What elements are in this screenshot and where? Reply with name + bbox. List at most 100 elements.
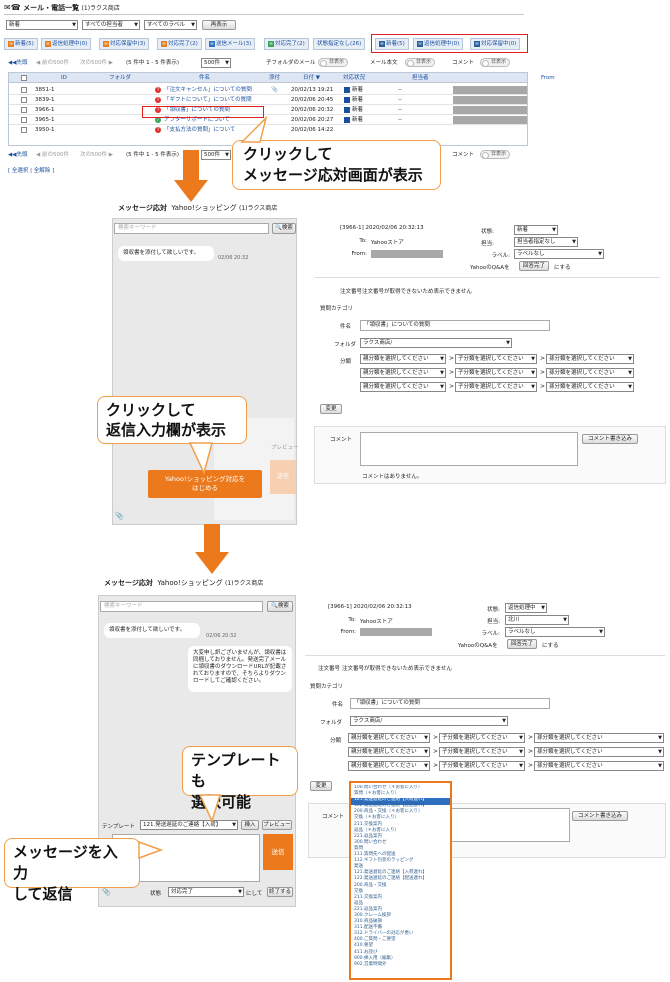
select-all-links[interactable]: [ 全選択 | 全解除 ] [8,166,54,174]
major-select[interactable]: 親分類を選択してください ▼ [348,747,430,757]
minor-select[interactable]: 子分類を選択してください ▼ [455,354,537,364]
comment-write-button[interactable]: コメント書き込み [572,811,628,821]
minor-select[interactable]: 子分類を選択してください ▼ [439,747,525,757]
search-button[interactable]: 🔍検索 [267,601,293,612]
grand-select[interactable]: 孫分類を選択してください ▼ [534,747,664,757]
checkbox[interactable] [21,107,27,113]
grand-select[interactable]: 孫分類を選択してください ▼ [534,761,664,771]
checkbox[interactable] [21,97,27,103]
preview-button[interactable]: プレビュー [271,443,299,451]
callout-pointer [138,840,163,860]
tab-done[interactable]: ✉ 対応完了(2) [157,38,202,50]
insert-button[interactable]: 挿入 [241,820,259,830]
label-select[interactable]: ラベルなし ▼ [505,627,605,637]
major-select[interactable]: 親分類を選択してください ▼ [360,368,446,378]
row-subject[interactable]: 「ギフトについて」についての質問 [164,95,252,104]
label-select[interactable]: すべてのラベル ▼ [144,20,197,30]
finish-button[interactable]: 終了する [267,887,293,897]
row-subject[interactable]: 「支払方法の質問」について [164,125,244,135]
preview-button[interactable]: プレビュー [262,820,292,830]
checkbox[interactable] [21,117,27,123]
status-select[interactable]: 新着 ▼ [514,225,558,235]
grand-select[interactable]: 孫分類を選択してください ▼ [534,733,664,743]
checkbox[interactable] [21,87,27,93]
major-select[interactable]: 親分類を選択してください ▼ [360,354,446,364]
subject-input[interactable]: 「領収書」についての質問 [350,698,550,709]
qa-complete-button[interactable]: 回答完了 [519,261,549,271]
status-select[interactable]: 対応完了 ▼ [168,887,244,897]
pager-first-link[interactable]: ◀◀先頭 [8,150,27,160]
send-button[interactable]: 送信 [263,834,293,870]
tab-unspecified[interactable]: 状態指定なし(26) [313,38,366,50]
table-row[interactable]: 3851-1 ? 「注文キャンセル」についての質問 📎 20/02/13 19:… [9,85,527,95]
col-attach[interactable]: 添付 [269,73,280,82]
status-select[interactable]: 返信処理中 ▼ [505,603,547,613]
chevron-down-icon: ▼ [519,749,523,755]
mail-list-header: ✉☎ メール・電話一覧 (1)ラクス商店 [4,3,120,13]
pager-next-link[interactable]: 次の500件 ▶ [80,58,113,68]
assignee-select[interactable]: 北川 ▼ [505,615,569,625]
minor-select[interactable]: 子分類を選択してください ▼ [439,733,525,743]
assignee-select[interactable]: 担当者指定なし ▼ [514,237,578,247]
pager-next-link[interactable]: 次の500件 ▶ [80,150,113,160]
col-date[interactable]: 日付 ▼ [303,73,320,82]
grand-select[interactable]: 孫分類を選択してください ▼ [546,368,634,378]
tab-new[interactable]: ✉ 新着(5) [4,38,38,50]
search-input[interactable]: 検索キーワード [114,223,269,234]
tab-sent[interactable]: ✉ 送信メール(3) [205,38,256,50]
comment-toggle[interactable]: 非表示 [480,150,511,159]
folder-select[interactable]: ラクス商店/▼ [360,338,512,348]
subject-input[interactable]: 「領収書」についての質問 [360,320,550,331]
label-select[interactable]: ラベルなし ▼ [514,249,604,259]
qa-complete-button[interactable]: 回答完了 [507,639,537,649]
category-select[interactable]: 新着 ▼ [6,20,78,30]
change-button[interactable]: 変更 [310,781,332,791]
folder-select[interactable]: ラクス商店/▼ [350,716,508,726]
col-id[interactable]: ID [61,73,67,82]
major-select[interactable]: 親分類を選択してください ▼ [348,733,430,743]
tab-done-2[interactable]: ✉ 対応完了(2) [264,38,309,50]
tab-replying-2[interactable]: ✉ 返信処理中(0) [413,38,464,50]
checkbox[interactable] [21,127,27,133]
status-label: 状態: [487,607,500,613]
table-row[interactable]: 3839-1 ? 「ギフトについて」についての質問 20/02/06 20:45… [9,95,527,105]
redisplay-button[interactable]: 再表示 [202,20,236,30]
col-status[interactable]: 対応状況 [343,73,365,82]
minor-select[interactable]: 子分類を選択してください ▼ [455,382,537,392]
grand-select[interactable]: 孫分類を選択してください ▼ [546,382,634,392]
comment-toggle[interactable]: 非表示 [480,58,511,67]
subfolder-toggle[interactable]: 非表示 [318,58,349,67]
col-folder[interactable]: フォルダ [109,73,131,82]
major-select[interactable]: 親分類を選択してください ▼ [348,761,430,771]
tab-pending-2[interactable]: ✉ 対応保留中(0) [470,38,521,50]
search-input[interactable]: 検索キーワード [100,601,263,612]
tab-new-2[interactable]: ✉ 新着(5) [375,38,409,50]
minor-select[interactable]: 子分類を選択してください ▼ [439,761,525,771]
major-select[interactable]: 親分類を選択してください ▼ [360,382,446,392]
col-subject[interactable]: 件名 [199,73,210,82]
arrow-right-icon: > [528,748,534,755]
comment-textarea[interactable] [360,432,578,466]
row-subject[interactable]: 「注文キャンセル」についての質問 [164,85,252,94]
per-page-select[interactable]: 500件 ▼ [201,58,231,68]
tab-replying[interactable]: ✉ 返信処理中(0) [41,38,92,50]
pager-first-link[interactable]: ◀◀先頭 [8,58,27,68]
dropdown-option[interactable]: 902.営業時間外 [354,962,450,968]
tab-pending[interactable]: ✉ 対応保留中(3) [99,38,150,50]
body-toggle[interactable]: 非表示 [405,58,436,67]
col-assignee[interactable]: 担当者 [412,73,429,82]
attach-icon[interactable]: 📎 [102,888,111,896]
search-button[interactable]: 🔍検索 [272,223,296,234]
grand-select[interactable]: 孫分類を選択してください ▼ [546,354,634,364]
pager-prev-link[interactable]: ◀ 前の500件 [36,150,69,160]
minor-select[interactable]: 子分類を選択してください ▼ [455,368,537,378]
pager-prev-link[interactable]: ◀ 前の500件 [36,58,69,68]
checkbox[interactable] [21,75,27,81]
attach-icon[interactable]: 📎 [115,512,124,520]
table-row[interactable]: 3966-1 ? 「領収書」についての質問 20/02/06 20:32 新着 … [9,105,527,115]
pager-top: ◀◀先頭 ◀ 前の500件 次の500件 ▶ (5 件中 1 - 5 件表示) … [8,58,528,68]
assignee-select[interactable]: すべての担当者 ▼ [82,20,140,30]
change-button[interactable]: 変更 [320,404,342,414]
col-from[interactable]: From [541,73,555,82]
comment-write-button[interactable]: コメント書き込み [582,434,638,444]
